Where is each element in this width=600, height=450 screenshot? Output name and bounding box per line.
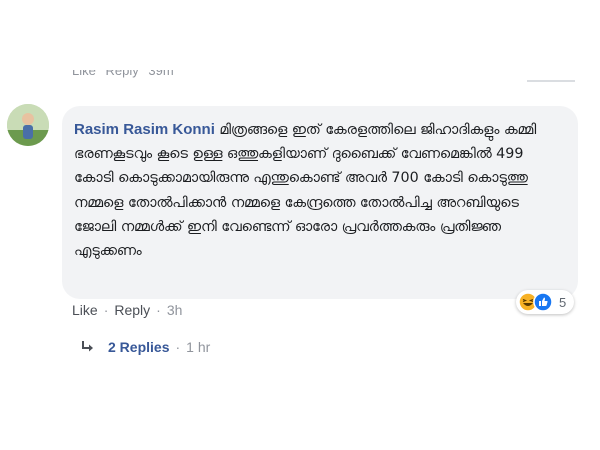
avatar-photo bbox=[7, 104, 49, 146]
comment-bubble: Rasim Rasim Konni മിത്രങ്ങളെ ഇത് കേരളത്ത… bbox=[62, 106, 578, 299]
avatar[interactable] bbox=[7, 104, 49, 146]
reply-link[interactable]: Reply bbox=[114, 302, 150, 318]
previous-reply-link[interactable]: Reply bbox=[105, 70, 138, 78]
like-icon bbox=[533, 292, 553, 312]
comment-timestamp[interactable]: 3h bbox=[167, 302, 183, 318]
previous-like-link[interactable]: Like bbox=[72, 70, 96, 78]
comment-text-block: Rasim Rasim Konni മിത്രങ്ങളെ ഇത് കേരളത്ത… bbox=[74, 118, 564, 263]
previous-comment-actions: Like Reply 39m bbox=[72, 70, 180, 84]
comment-text: മിത്രങ്ങളെ ഇത് കേരളത്തിലെ ജിഹാദികളും കമ്… bbox=[74, 122, 537, 260]
reply-arrow-icon bbox=[80, 339, 96, 355]
replies-timestamp: 1 hr bbox=[186, 339, 211, 355]
like-link[interactable]: Like bbox=[72, 302, 98, 318]
separator-dot: · bbox=[103, 302, 109, 318]
previous-timestamp: 39m bbox=[148, 70, 174, 78]
reaction-count: 5 bbox=[559, 294, 567, 310]
reaction-summary[interactable]: 5 bbox=[516, 290, 575, 314]
view-replies[interactable]: 2 Replies · 1 hr bbox=[80, 339, 210, 355]
comment-actions: Like · Reply · 3h bbox=[72, 302, 182, 318]
comment-author[interactable]: Rasim Rasim Konni bbox=[74, 121, 215, 138]
divider bbox=[527, 80, 575, 82]
replies-count-link[interactable]: 2 Replies bbox=[108, 339, 169, 355]
separator-dot: · bbox=[156, 302, 161, 318]
separator-dot: · bbox=[175, 339, 181, 355]
